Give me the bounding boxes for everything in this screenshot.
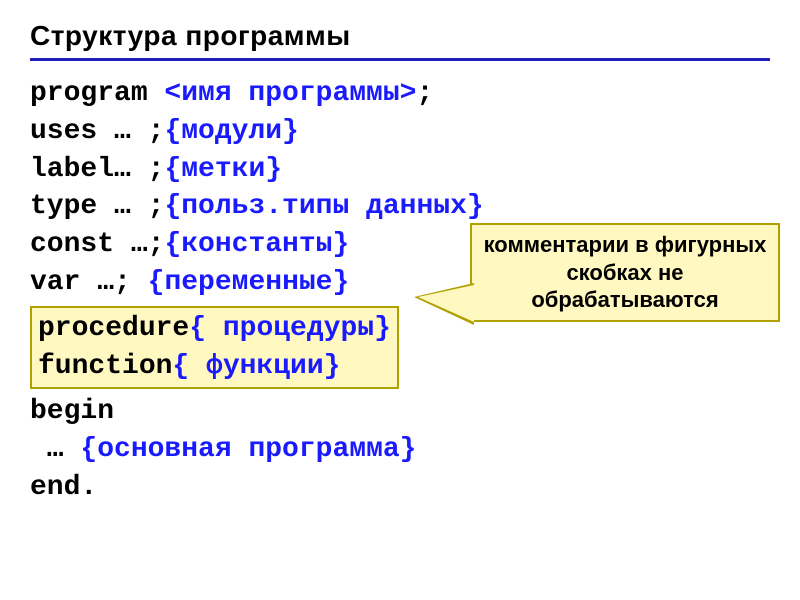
ph-var: …; — [97, 267, 147, 298]
cm-main: {основная программа} — [80, 434, 416, 465]
procedure-function-box: procedure{ процедуры} function{ функции} — [30, 306, 399, 390]
cm-const: {константы} — [164, 229, 349, 260]
cm-label: {метки} — [164, 154, 282, 185]
line-type: type … ;{польз.типы данных} — [30, 188, 770, 226]
kw-const: const — [30, 229, 131, 260]
kw-type: type — [30, 191, 114, 222]
kw-function: function — [38, 351, 172, 382]
cm-uses: {модули} — [164, 116, 298, 147]
line-procedure: procedure{ процедуры} — [38, 310, 391, 348]
ph-uses: … ; — [114, 116, 164, 147]
comment-callout: комментарии в фигурных скобках не обраба… — [470, 223, 780, 322]
page-title: Структура программы — [30, 20, 770, 61]
cm-type: {польз.типы данных} — [164, 191, 483, 222]
line-uses: uses … ;{модули} — [30, 113, 770, 151]
ph-type: … ; — [114, 191, 164, 222]
code-block: program <имя программы>; uses … ;{модули… — [30, 75, 770, 507]
line-end: end. — [30, 469, 770, 507]
kw-program: program — [30, 78, 164, 109]
ph-main: … — [30, 434, 80, 465]
line-begin: begin — [30, 393, 770, 431]
kw-end: end. — [30, 472, 97, 503]
line-program: program <имя программы>; — [30, 75, 770, 113]
ph-const: …; — [131, 229, 165, 260]
kw-begin: begin — [30, 396, 114, 427]
cm-procedure: { процедуры} — [189, 313, 391, 344]
kw-uses: uses — [30, 116, 114, 147]
ph-program-name: <имя программы> — [164, 78, 416, 109]
kw-var: var — [30, 267, 97, 298]
sc-program: ; — [416, 78, 433, 109]
line-main: … {основная программа} — [30, 431, 770, 469]
cm-var: {переменные} — [148, 267, 350, 298]
kw-procedure: procedure — [38, 313, 189, 344]
line-label: label… ;{метки} — [30, 151, 770, 189]
cm-function: { функции} — [172, 351, 340, 382]
ph-label: … ; — [114, 154, 164, 185]
kw-label: label — [30, 154, 114, 185]
line-function: function{ функции} — [38, 348, 391, 386]
